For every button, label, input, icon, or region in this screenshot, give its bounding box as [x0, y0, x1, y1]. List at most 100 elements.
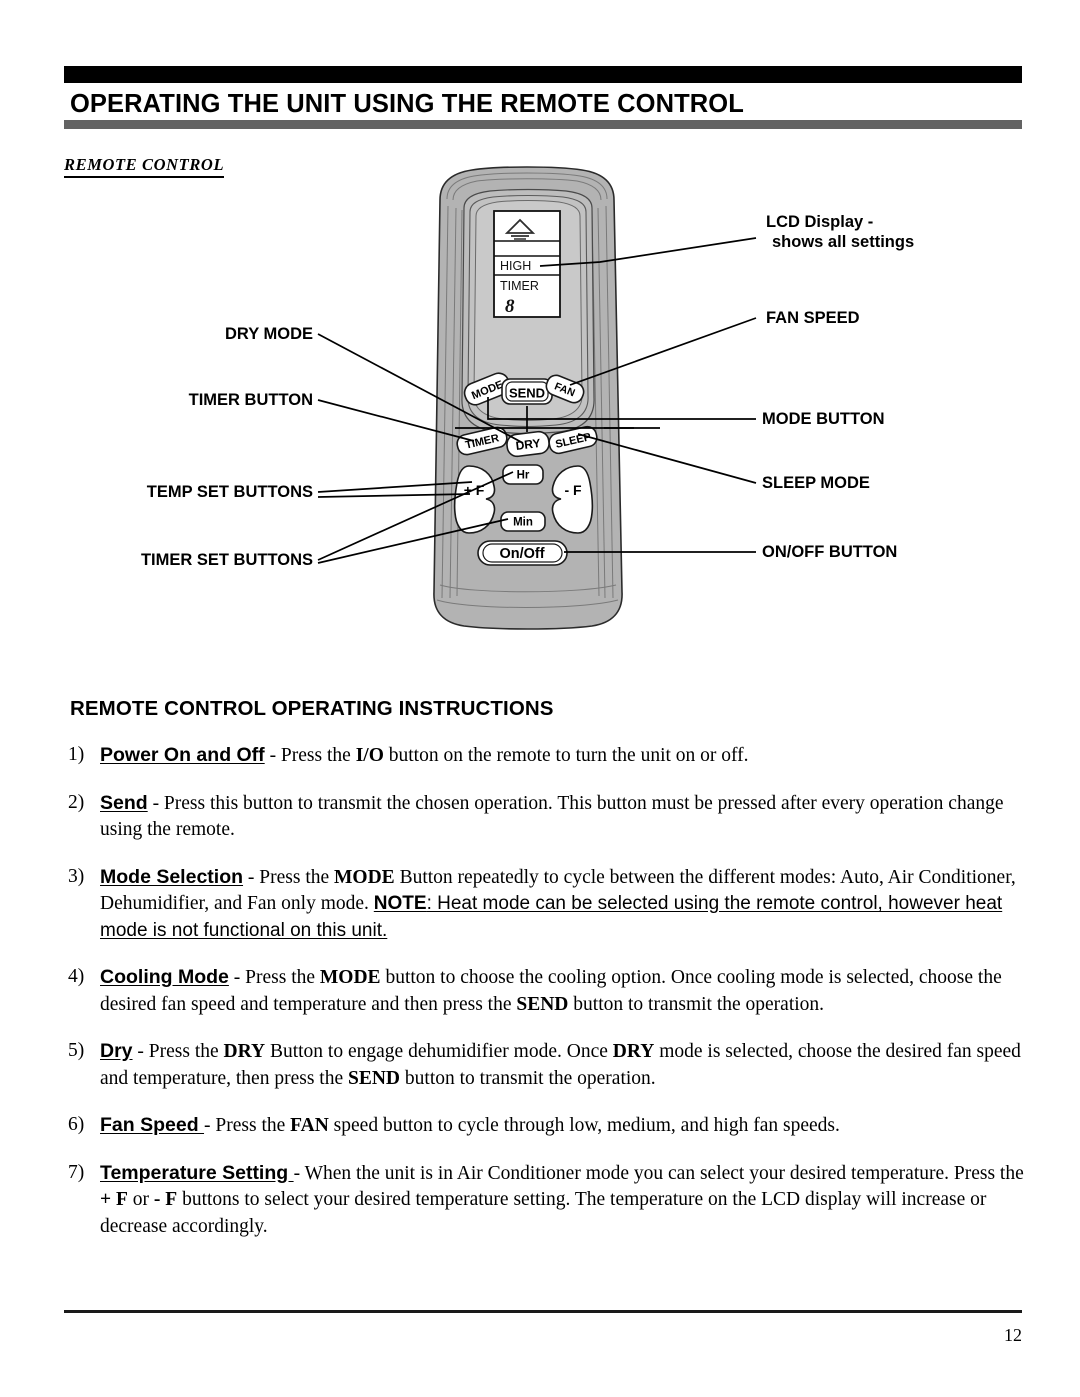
instruction-lead: Send	[100, 791, 148, 814]
instruction-number: 5)	[68, 1040, 85, 1061]
instruction-item: 6) Fan Speed - Press the FAN speed button…	[64, 1112, 1026, 1140]
instruction-text: Button to engage dehumidifier mode. Once	[265, 1041, 613, 1062]
callout-fan-speed: FAN SPEED	[766, 309, 860, 327]
svg-text:Hr: Hr	[517, 470, 530, 482]
instruction-bold: + F	[100, 1189, 128, 1210]
instruction-text: buttons to select your desired temperatu…	[100, 1189, 987, 1237]
remote-button-temp-up: + F	[453, 465, 496, 534]
remote-button-fan: FAN	[545, 374, 585, 404]
instruction-text: - Press the	[264, 745, 356, 766]
header-black-bar	[64, 66, 1022, 83]
svg-text:TIMER: TIMER	[464, 432, 500, 451]
leader-fan-speed	[569, 317, 757, 386]
instruction-text: - Press the	[243, 866, 335, 888]
remote-button-temp-down: - F	[551, 465, 594, 534]
callout-dry-mode: DRY MODE	[224, 325, 313, 343]
instruction-number: 3)	[68, 865, 85, 887]
remote-button-timer: TIMER	[456, 426, 508, 456]
leader-temp-set-b	[317, 493, 471, 498]
lcd-fan-speed-text: HIGH	[500, 259, 531, 273]
instruction-text: or	[127, 1189, 154, 1210]
instruction-number: 6)	[68, 1114, 85, 1135]
instructions-list: 1) Power On and Off - Press the I/O butto…	[64, 742, 1026, 1260]
instruction-bold: I/O	[355, 745, 384, 766]
instruction-bold: FAN	[290, 1115, 329, 1136]
lcd-timer-text: TIMER	[500, 279, 539, 293]
remote-button-send: SEND	[501, 378, 553, 405]
lcd-display: HIGH TIMER 8	[493, 210, 561, 318]
page-title: OPERATING THE UNIT USING THE REMOTE CONT…	[70, 90, 744, 118]
instructions-heading: REMOTE CONTROL OPERATING INSTRUCTIONS	[70, 697, 554, 720]
leader-lcd-display	[539, 237, 757, 267]
instruction-note-label: NOTE	[373, 893, 427, 914]
leader-mode-button	[487, 397, 756, 420]
leader-timer-button	[317, 399, 475, 442]
instruction-item: 7) Temperature Setting - When the unit is…	[64, 1160, 1026, 1241]
callout-timer-button: TIMER BUTTON	[188, 391, 313, 409]
svg-text:DRY: DRY	[515, 436, 541, 453]
remote-upper-panel	[461, 188, 595, 435]
callout-temp-set-buttons: TEMP SET BUTTONS	[146, 483, 313, 501]
svg-text:FAN: FAN	[553, 380, 577, 399]
instruction-number: 1)	[68, 744, 85, 765]
instruction-bold: - F	[153, 1189, 178, 1210]
callout-lcd-display: LCD Display - shows all settings	[766, 212, 914, 252]
instruction-text: - Press the	[204, 1115, 291, 1136]
svg-text:MODE: MODE	[470, 379, 505, 402]
instruction-bold: MODE	[334, 866, 395, 888]
remote-button-mode: MODE	[463, 372, 511, 406]
instruction-lead: Mode Selection	[100, 865, 244, 888]
instruction-text: - When the unit is in Air Conditioner mo…	[293, 1162, 1024, 1184]
leader-sleep-mode	[577, 433, 757, 484]
instruction-text: - Press the	[132, 1041, 224, 1062]
svg-text:SLEEP: SLEEP	[554, 431, 592, 451]
remote-body	[433, 166, 623, 630]
lcd-digit-text: 8	[505, 296, 515, 317]
instruction-item: 1) Power On and Off - Press the I/O butto…	[64, 742, 1026, 770]
svg-text:+ F: + F	[464, 482, 485, 498]
leader-timer-set-a	[317, 471, 514, 561]
instruction-bold: MODE	[319, 967, 381, 988]
fan-signal-icon	[504, 218, 536, 240]
instruction-text: button to transmit the operation.	[568, 993, 825, 1015]
callout-sleep-mode: SLEEP MODE	[762, 474, 870, 492]
instruction-bold: DRY	[223, 1041, 266, 1062]
instruction-lead: Fan Speed	[100, 1114, 205, 1136]
instruction-item: 4) Cooling Mode - Press the MODE button t…	[64, 964, 1026, 1018]
instruction-number: 7)	[68, 1161, 85, 1183]
instruction-text: speed button to cycle through low, mediu…	[328, 1115, 840, 1136]
instruction-lead: Power On and Off	[100, 744, 265, 766]
instruction-bold: SEND	[516, 993, 569, 1015]
instruction-lead: Dry	[100, 1040, 133, 1062]
instruction-item: 2) Send - Press this button to transmit t…	[64, 790, 1026, 844]
instruction-lead: Cooling Mode	[100, 966, 229, 988]
svg-text:SEND: SEND	[509, 386, 545, 401]
svg-text:- F: - F	[564, 482, 582, 498]
instruction-text: - Press the	[228, 967, 320, 988]
remote-button-hour: Hr	[502, 464, 544, 485]
callout-mode-button: MODE BUTTON	[762, 410, 885, 428]
instruction-number: 2)	[68, 791, 85, 813]
instruction-item: 3) Mode Selection - Press the MODE Button…	[64, 864, 1026, 945]
instruction-item: 5) Dry - Press the DRY Button to engage d…	[64, 1038, 1026, 1092]
svg-text:On/Off: On/Off	[499, 546, 544, 562]
remote-button-onoff: On/Off	[477, 540, 568, 566]
instruction-number: 4)	[68, 966, 85, 987]
page-number: 12	[1004, 1325, 1022, 1345]
header-gray-bar	[64, 120, 1022, 129]
callout-onoff-button: ON/OFF BUTTON	[762, 543, 898, 561]
instruction-text: - Press this button to transmit the chos…	[100, 792, 1004, 841]
remote-button-minute: Min	[500, 511, 546, 532]
leader-temp-set-a	[317, 481, 473, 493]
remote-button-dry: DRY	[506, 430, 550, 458]
instruction-lead: Temperature Setting	[100, 1161, 294, 1184]
callout-timer-set-buttons: TIMER SET BUTTONS	[140, 551, 313, 569]
remote-button-sleep: SLEEP	[548, 425, 598, 455]
leader-dry-mode	[317, 333, 524, 444]
instruction-text: button on the remote to turn the unit on…	[383, 745, 749, 766]
instruction-text: button to transmit the operation.	[400, 1067, 656, 1089]
svg-text:Min: Min	[513, 517, 533, 529]
callout-lcd-display-line1: LCD Display -	[766, 213, 874, 231]
section-caption: REMOTE CONTROL	[64, 155, 225, 178]
instruction-bold: SEND	[348, 1067, 401, 1089]
